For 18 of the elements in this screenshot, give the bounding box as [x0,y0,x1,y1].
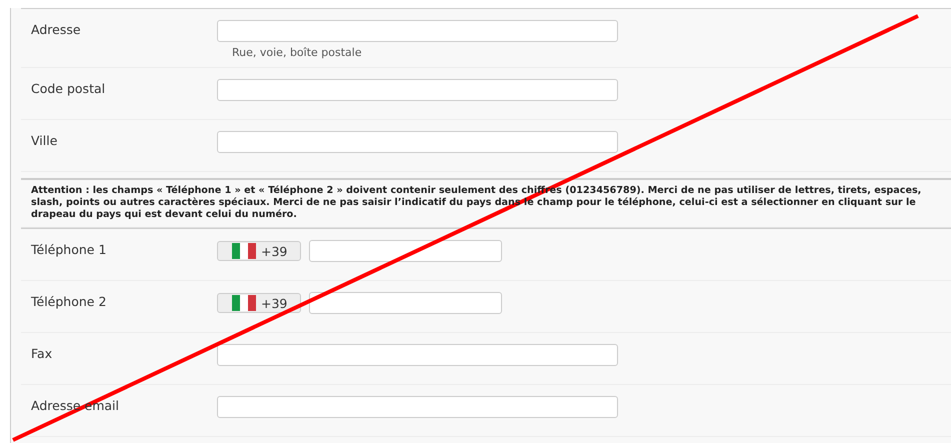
text-input[interactable] [217,131,618,153]
field-label: Adresse [31,21,82,39]
country-code-button[interactable]: +39 [217,293,301,313]
country-code-button[interactable]: +39 [217,241,301,261]
flag-icon [232,243,256,259]
phone-input[interactable] [309,292,502,314]
text-input[interactable] [217,344,618,366]
field-label: Ville [31,132,58,150]
field-hint: Rue, voie, boîte postale [232,46,363,59]
field-label: Téléphone 1 [31,241,108,259]
text-input[interactable] [217,20,618,42]
flag-icon [232,295,256,311]
field-label: Code postal [31,80,106,98]
text-input[interactable] [217,79,618,101]
phone-input[interactable] [309,240,502,262]
text-input[interactable] [217,396,618,418]
field-label: Téléphone 2 [31,293,108,311]
field-label: Fax [31,345,54,363]
